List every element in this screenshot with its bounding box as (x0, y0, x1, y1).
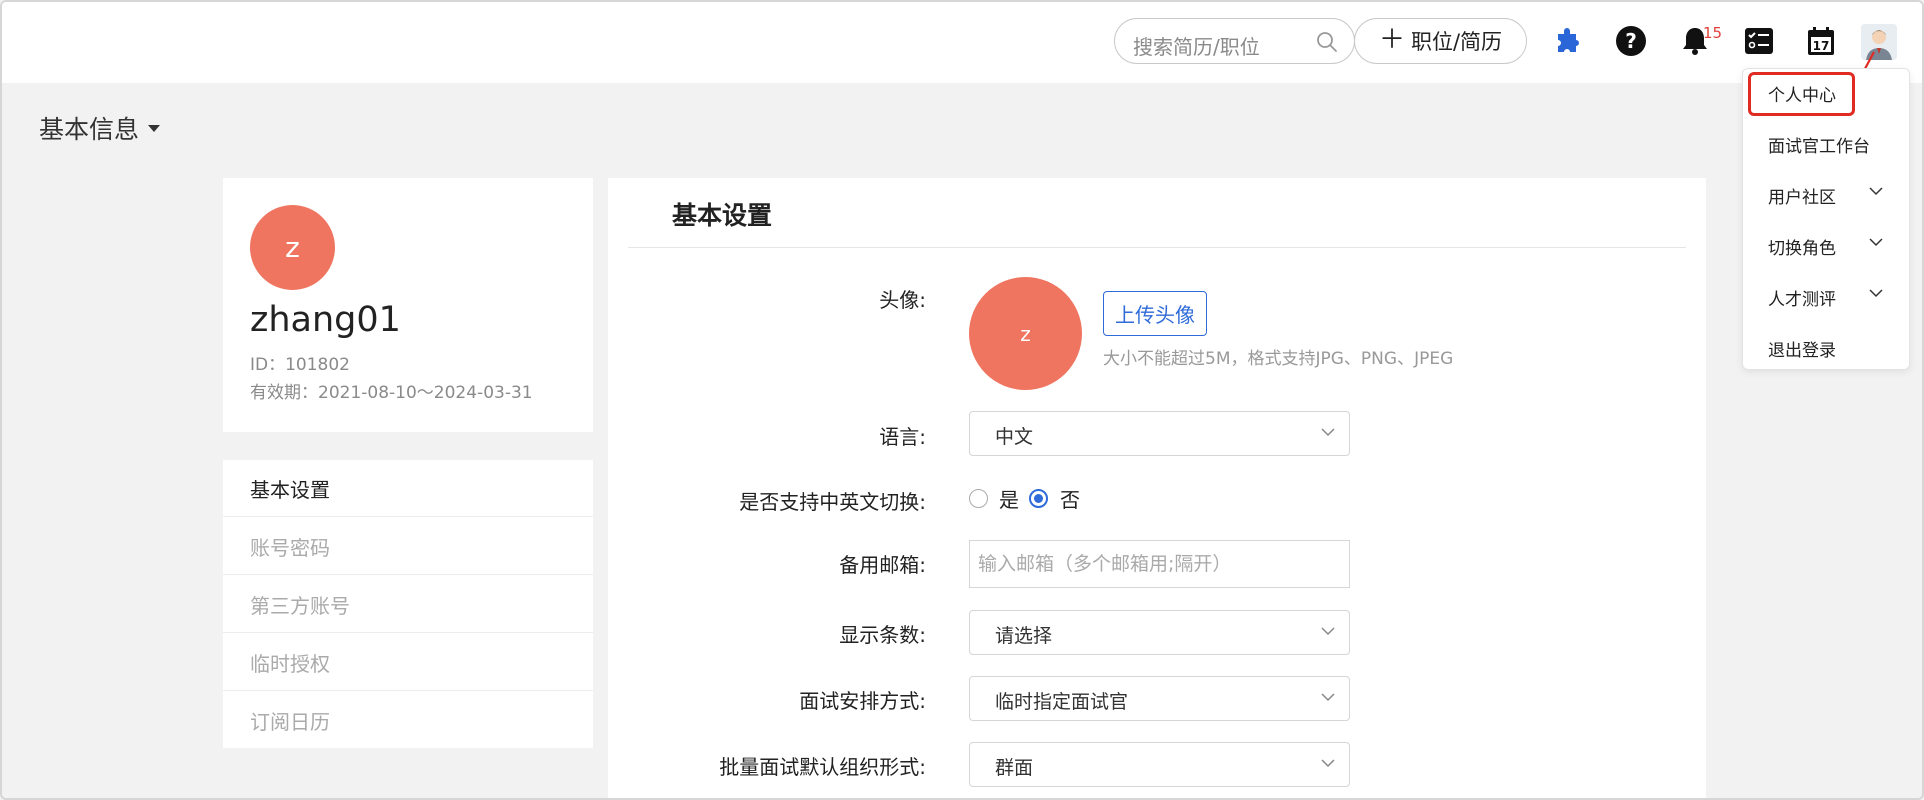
basic-settings-panel: 基本设置 头像: z 上传头像 大小不能超过5M，格式支持JPG、PNG、JPE… (608, 178, 1706, 798)
radio-yes[interactable] (969, 489, 988, 508)
sidemenu-item-basic-settings[interactable]: 基本设置 (223, 460, 593, 517)
menu-item-user-community[interactable]: 用户社区 (1743, 175, 1909, 215)
sidemenu-item-label: 账号密码 (250, 535, 330, 560)
chevron-down-icon (1321, 759, 1335, 768)
settings-avatar: z (969, 277, 1082, 390)
page-title: 基本信息 (39, 115, 140, 144)
menu-item-label: 退出登录 (1768, 340, 1836, 361)
sidemenu-item-temporary-authorization[interactable]: 临时授权 (223, 634, 593, 691)
notification-badge: 15 (1703, 24, 1723, 42)
radio-no-label: 否 (1060, 488, 1080, 512)
batch-format-value: 群面 (995, 757, 1034, 779)
app-window: 搜索简历/职位 ＋ 职位/简历 ? 15 17 基本信息 z zhang01 I… (0, 0, 1924, 800)
page-size-label: 显示条数: (839, 623, 926, 647)
menu-item-label: 面试官工作台 (1768, 136, 1870, 157)
divider (628, 247, 1686, 248)
interview-mode-label: 面试安排方式: (799, 689, 926, 713)
svg-text:17: 17 (1813, 39, 1830, 53)
page-size-value: 请选择 (995, 625, 1053, 647)
menu-item-label: 人才测评 (1768, 289, 1836, 310)
page-title-dropdown[interactable]: 基本信息 (39, 110, 161, 146)
chevron-down-icon (1321, 693, 1335, 702)
radio-yes-label: 是 (999, 488, 1019, 512)
menu-item-switch-role[interactable]: 切换角色 (1743, 226, 1909, 266)
profile-card: z zhang01 ID：101802 有效期：2021-08-10～2024-… (223, 178, 593, 432)
batch-format-select[interactable]: 群面 (969, 742, 1350, 787)
puzzle-icon[interactable] (1550, 24, 1584, 58)
sidemenu-item-label: 订阅日历 (250, 710, 330, 734)
svg-text:?: ? (1625, 29, 1637, 53)
menu-item-label: 切换角色 (1768, 238, 1836, 259)
sidemenu-item-account-password[interactable]: 账号密码 (223, 518, 593, 575)
help-icon[interactable]: ? (1614, 24, 1648, 58)
upload-avatar-button[interactable]: 上传头像 (1103, 291, 1207, 336)
backup-email-input[interactable] (970, 541, 1349, 587)
sidemenu-item-label: 第三方账号 (250, 593, 350, 618)
chevron-down-icon (1869, 187, 1883, 196)
backup-email-field[interactable] (969, 540, 1350, 588)
sidemenu-item-third-party-account[interactable]: 第三方账号 (223, 576, 593, 633)
profile-validity: 有效期：2021-08-10～2024-03-31 (250, 383, 533, 403)
menu-item-label: 个人中心 (1768, 85, 1836, 106)
menu-item-talent-assessment[interactable]: 人才测评 (1743, 277, 1909, 317)
new-position-resume-button[interactable]: ＋ 职位/简历 (1354, 18, 1527, 64)
backup-email-label: 备用邮箱: (839, 553, 926, 577)
avatar-label: 头像: (879, 288, 926, 312)
settings-sidemenu: 基本设置 账号密码 第三方账号 临时授权 订阅日历 (223, 460, 593, 748)
language-select[interactable]: 中文 (969, 411, 1350, 456)
radio-no[interactable] (1029, 489, 1048, 508)
profile-username: zhang01 (250, 300, 401, 340)
upload-hint: 大小不能超过5M，格式支持JPG、PNG、JPEG (1103, 349, 1454, 369)
search-icon[interactable] (1316, 31, 1338, 53)
batch-format-label: 批量面试默认组织形式: (719, 755, 926, 779)
top-bar: 搜索简历/职位 ＋ 职位/简历 ? 15 17 (2, 2, 1922, 83)
menu-item-logout[interactable]: 退出登录 (1743, 328, 1909, 368)
checklist-icon[interactable] (1742, 24, 1776, 58)
chevron-down-icon (1869, 289, 1883, 298)
caret-down-icon (148, 124, 161, 132)
panel-title: 基本设置 (672, 201, 773, 230)
menu-item-personal-center[interactable]: 个人中心 (1743, 73, 1909, 113)
sidemenu-item-label: 临时授权 (250, 651, 330, 676)
bilingual-radio-group: 是 否 (969, 484, 1080, 513)
plus-icon: ＋ (1378, 25, 1405, 55)
sidemenu-item-subscribe-calendar[interactable]: 订阅日历 (223, 692, 593, 749)
page-size-select[interactable]: 请选择 (969, 610, 1350, 655)
menu-item-label: 用户社区 (1768, 187, 1836, 208)
new-button-label: 职位/简历 (1410, 30, 1503, 54)
menu-item-interviewer-workbench[interactable]: 面试官工作台 (1743, 124, 1909, 164)
chevron-down-icon (1321, 627, 1335, 636)
language-label: 语言: (879, 425, 926, 449)
search-placeholder: 搜索简历/职位 (1133, 35, 1260, 59)
profile-avatar: z (250, 205, 335, 290)
interview-mode-value: 临时指定面试官 (995, 691, 1129, 713)
chevron-down-icon (1869, 238, 1883, 247)
sidemenu-item-label: 基本设置 (250, 477, 330, 502)
profile-id: ID：101802 (250, 355, 350, 375)
bilingual-label: 是否支持中英文切换: (739, 490, 926, 514)
search-box[interactable]: 搜索简历/职位 (1114, 18, 1355, 64)
interview-mode-select[interactable]: 临时指定面试官 (969, 676, 1350, 721)
user-dropdown-menu: 个人中心 面试官工作台 用户社区 切换角色 人才测评 退出登录 (1742, 68, 1910, 370)
calendar-icon[interactable]: 17 (1804, 24, 1838, 58)
chevron-down-icon (1321, 428, 1335, 437)
language-value: 中文 (995, 426, 1034, 448)
